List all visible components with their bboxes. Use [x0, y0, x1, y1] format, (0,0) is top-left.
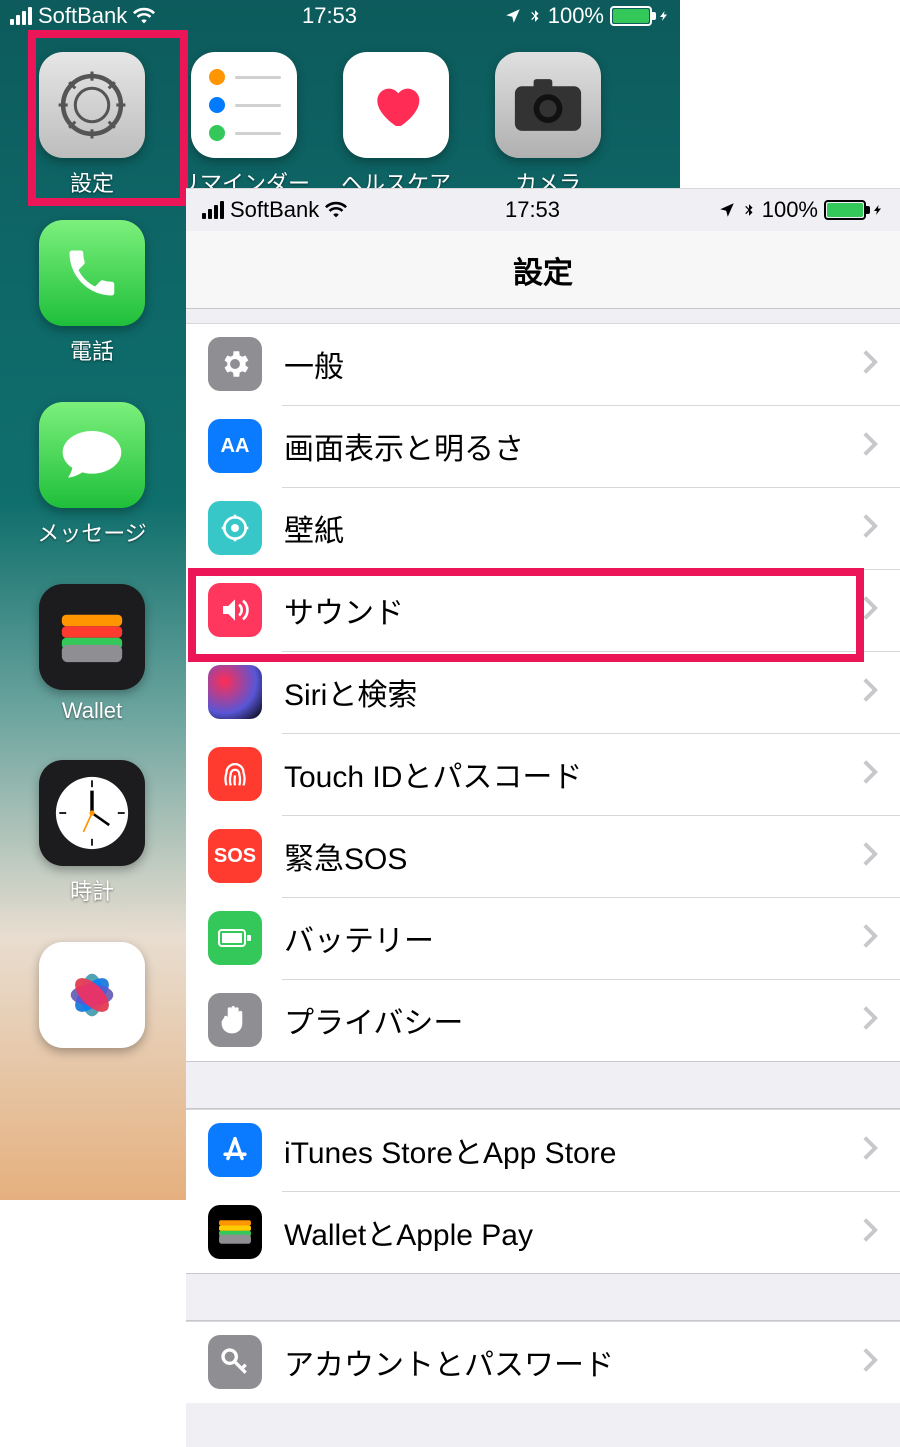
- signal-bars-icon: [10, 7, 32, 25]
- settings-title: 設定: [186, 231, 900, 309]
- charging-bolt-icon: [872, 200, 884, 220]
- chevron-right-icon: [862, 923, 880, 954]
- app-label: 時計: [70, 874, 114, 906]
- location-icon: [718, 201, 736, 219]
- location-icon: [504, 7, 522, 25]
- bluetooth-icon: [742, 199, 756, 221]
- battery-icon: [610, 6, 652, 26]
- chevron-right-icon: [862, 349, 880, 380]
- app-clock[interactable]: 時計: [34, 760, 150, 906]
- chevron-right-icon: [862, 759, 880, 790]
- row-label: 緊急SOS: [284, 834, 862, 878]
- app-health[interactable]: ヘルスケア: [338, 52, 454, 198]
- row-label: バッテリー: [284, 916, 862, 960]
- chevron-right-icon: [862, 1347, 880, 1378]
- siri-icon: [208, 665, 262, 719]
- app-reminders[interactable]: リマインダー: [186, 52, 302, 198]
- battery-pct: 100%: [762, 197, 818, 223]
- row-general[interactable]: 一般: [186, 323, 900, 405]
- chevron-right-icon: [862, 1005, 880, 1036]
- settings-group-3: アカウントとパスワード: [186, 1321, 900, 1403]
- row-privacy[interactable]: プライバシー: [186, 979, 900, 1061]
- battery-icon: [824, 200, 866, 220]
- row-wallpaper[interactable]: 壁紙: [186, 487, 900, 569]
- wifi-icon: [325, 199, 347, 221]
- privacy-hand-icon: [208, 993, 262, 1047]
- gear-icon: [208, 337, 262, 391]
- status-time: 17:53: [302, 3, 357, 29]
- bluetooth-icon: [528, 5, 542, 27]
- charging-bolt-icon: [658, 6, 670, 26]
- row-sound[interactable]: サウンド: [186, 569, 900, 651]
- phone-icon: [39, 220, 145, 326]
- row-label: Touch IDとパスコード: [284, 752, 862, 796]
- row-label: プライバシー: [284, 998, 862, 1042]
- signal-bars-icon: [202, 201, 224, 219]
- row-label: アカウントとパスワード: [284, 1340, 862, 1384]
- home-col-apps: 電話 メッセージ Wallet 時計: [34, 220, 150, 1056]
- app-label: Wallet: [62, 698, 122, 724]
- wallet-icon: [39, 584, 145, 690]
- row-itunes-appstore[interactable]: iTunes StoreとApp Store: [186, 1109, 900, 1191]
- sound-icon: [208, 583, 262, 637]
- chevron-right-icon: [862, 513, 880, 544]
- app-label: メッセージ: [37, 516, 147, 548]
- settings-panel: SoftBank 17:53 100% 設定 一般 AA 画面表示と明るさ: [186, 188, 900, 1447]
- fingerprint-icon: [208, 747, 262, 801]
- chevron-right-icon: [862, 841, 880, 872]
- key-icon: [208, 1335, 262, 1389]
- row-label: WalletとApple Pay: [284, 1210, 862, 1254]
- health-icon: [343, 52, 449, 158]
- home-status-bar: SoftBank 17:53 100%: [0, 0, 680, 32]
- settings-group-1: 一般 AA 画面表示と明るさ 壁紙 サウンド Siriと検索: [186, 323, 900, 1061]
- row-siri[interactable]: Siriと検索: [186, 651, 900, 733]
- settings-status-bar: SoftBank 17:53 100%: [186, 189, 900, 231]
- row-label: サウンド: [284, 588, 862, 632]
- row-label: Siriと検索: [284, 670, 862, 714]
- clock-icon: [39, 760, 145, 866]
- appstore-icon: [208, 1123, 262, 1177]
- app-photos[interactable]: [34, 942, 150, 1056]
- row-label: iTunes StoreとApp Store: [284, 1128, 862, 1172]
- chevron-right-icon: [862, 431, 880, 462]
- app-label: 電話: [70, 334, 114, 366]
- app-phone[interactable]: 電話: [34, 220, 150, 366]
- row-wallet-applepay[interactable]: WalletとApple Pay: [186, 1191, 900, 1273]
- row-label: 壁紙: [284, 506, 862, 550]
- row-battery[interactable]: バッテリー: [186, 897, 900, 979]
- settings-group-2: iTunes StoreとApp Store WalletとApple Pay: [186, 1109, 900, 1273]
- status-time: 17:53: [505, 197, 560, 223]
- display-icon: AA: [208, 419, 262, 473]
- photos-icon: [39, 942, 145, 1048]
- carrier-label: SoftBank: [38, 3, 127, 29]
- row-accounts-passwords[interactable]: アカウントとパスワード: [186, 1321, 900, 1403]
- camera-icon: [495, 52, 601, 158]
- battery-settings-icon: [208, 911, 262, 965]
- carrier-label: SoftBank: [230, 197, 319, 223]
- row-sos[interactable]: SOS 緊急SOS: [186, 815, 900, 897]
- row-label: 画面表示と明るさ: [284, 424, 862, 468]
- row-label: 一般: [284, 342, 862, 386]
- chevron-right-icon: [862, 1135, 880, 1166]
- chevron-right-icon: [862, 595, 880, 626]
- row-touchid[interactable]: Touch IDとパスコード: [186, 733, 900, 815]
- app-camera[interactable]: カメラ: [490, 52, 606, 198]
- chevron-right-icon: [862, 1217, 880, 1248]
- wifi-icon: [133, 5, 155, 27]
- app-wallet[interactable]: Wallet: [34, 584, 150, 724]
- sos-icon: SOS: [208, 829, 262, 883]
- wallet-pay-icon: [208, 1205, 262, 1259]
- app-messages[interactable]: メッセージ: [34, 402, 150, 548]
- reminders-icon: [191, 52, 297, 158]
- highlight-settings-app: [28, 30, 188, 206]
- row-display[interactable]: AA 画面表示と明るさ: [186, 405, 900, 487]
- battery-pct: 100%: [548, 3, 604, 29]
- wallpaper-icon: [208, 501, 262, 555]
- messages-icon: [39, 402, 145, 508]
- chevron-right-icon: [862, 677, 880, 708]
